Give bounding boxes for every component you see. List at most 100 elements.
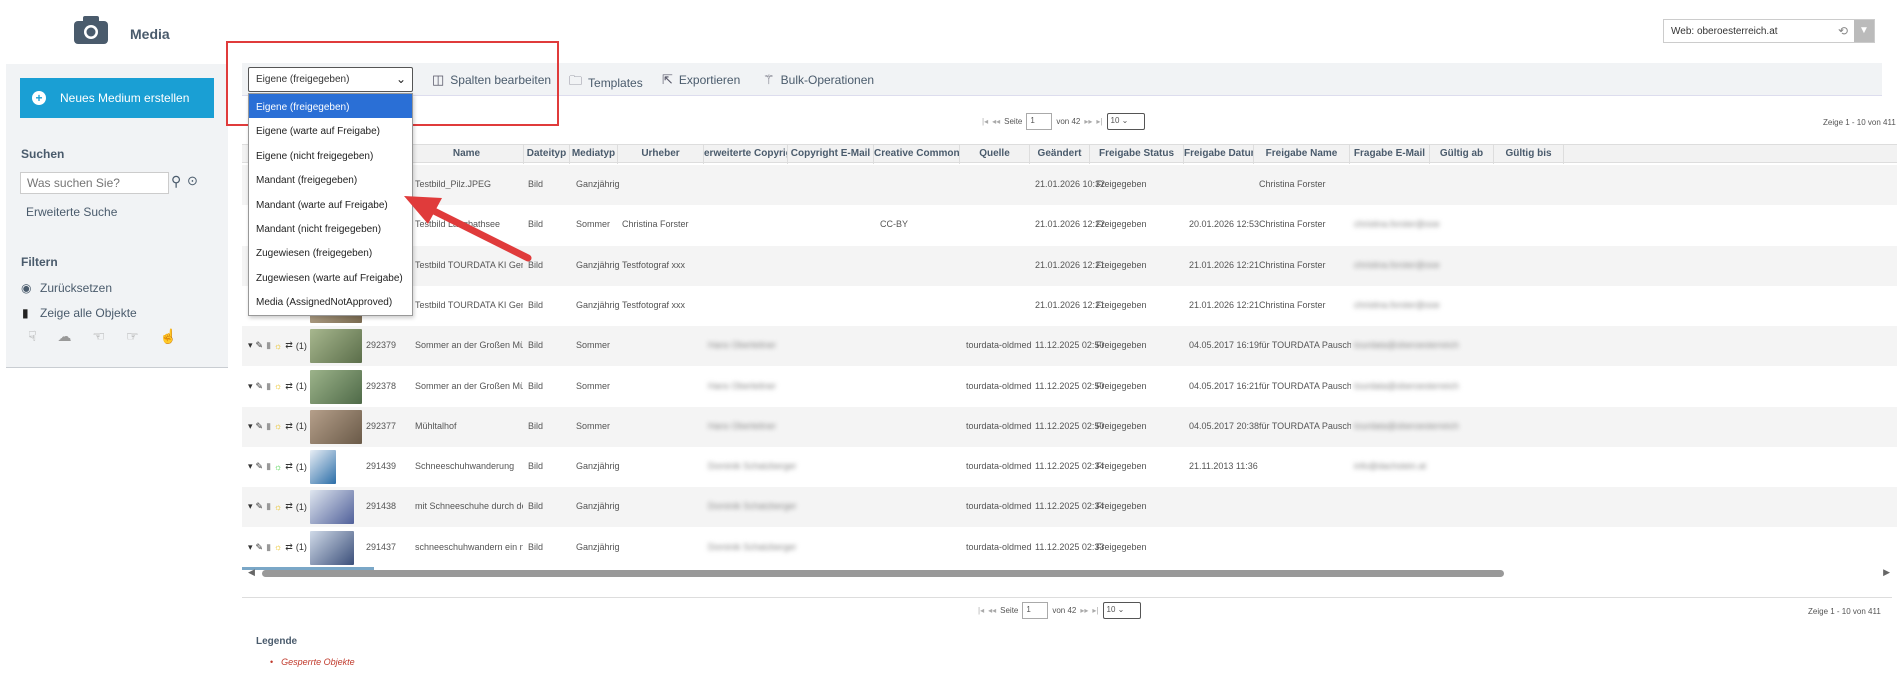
show-all-link[interactable]: Zeige alle Objekte [40,306,137,320]
dropdown-option[interactable]: Media (AssignedNotApproved) [249,289,412,313]
dropdown-option[interactable]: Eigene (freigegeben) [249,94,412,119]
expand-icon[interactable]: ▾ [248,501,253,512]
dropdown-option[interactable]: Mandant (warte auf Freigabe) [249,192,412,216]
thumbnail-image[interactable] [310,369,362,404]
horizontal-scrollbar[interactable]: ◀ ▶ [248,567,1890,578]
bookmark-icon[interactable]: ▮ [266,542,271,553]
advanced-search-link[interactable]: Erweiterte Suche [26,205,117,219]
table-row[interactable]: ▾ ✎ ▮ ☼ ⇄ (1) 292378 Sommer an der Großen Mühl B… [242,367,1897,407]
dropdown-option[interactable]: Eigene (warte auf Freigabe) [249,118,412,142]
thumbnail-image[interactable] [310,409,362,444]
expand-icon[interactable]: ▾ [248,461,253,472]
prev-page-button[interactable]: ◂◂ [992,117,1000,126]
sync-icon[interactable]: ⇄ [285,461,293,472]
column-header[interactable]: Gültig ab [1430,145,1494,164]
dropdown-option[interactable]: Eigene (nicht freigegeben) [249,143,412,167]
edit-icon[interactable]: ✎ [256,461,264,472]
bulb-icon[interactable]: ☼ [274,341,282,351]
refresh-icon[interactable]: ⟲ [1838,24,1848,38]
bulb-icon[interactable]: ☼ [274,381,282,391]
column-header[interactable]: Freigabe Name [1254,145,1350,164]
table-row[interactable]: ▾✎▮☼⇄(1) 291437 schneeschuhwandern ein nat… [242,528,1897,568]
bulk-operations-button[interactable]: ⚚ Bulk-Operationen [763,72,874,88]
prev-page-button[interactable]: ◂◂ [988,606,996,615]
column-header[interactable]: Mediatyp [570,145,618,164]
column-header[interactable]: Urheber [618,145,704,164]
export-button[interactable]: ⇱ Exportieren [662,72,740,88]
edit-icon[interactable]: ✎ [256,340,264,351]
scrollbar-thumb[interactable] [262,570,1504,577]
per-page-select[interactable]: 10 ⌄ [1102,602,1141,619]
column-header[interactable]: Dateityp [524,145,570,164]
bulb-icon[interactable]: ☼ [274,421,282,431]
sync-icon[interactable]: ⇄ [285,542,293,553]
expand-icon[interactable]: ▾ [248,542,253,553]
web-select[interactable]: Web: oberoesterreich.at ⟲ ▼ [1663,19,1875,43]
bookmark-icon[interactable]: ▮ [266,461,271,472]
edit-icon[interactable]: ✎ [256,542,264,553]
search-input[interactable] [20,172,169,194]
table-row[interactable]: ▾ ✎ ▮ ☼ ⇄ (1) 292377 Mühltalhof Bild Sommer Hans O… [242,406,1897,447]
bulb-icon[interactable]: ☼ [274,502,282,512]
page-input[interactable]: 1 [1026,113,1053,130]
expand-icon[interactable]: ▾ [248,340,253,351]
new-medium-button[interactable]: + Neues Medium erstellen [20,78,214,118]
thumbnail-image[interactable] [310,530,354,565]
first-page-button[interactable]: |◂ [978,606,984,615]
hand-left-icon[interactable]: ☜ [93,328,106,345]
bulb-icon[interactable]: ☼ [274,542,282,552]
next-page-button[interactable]: ▸▸ [1080,606,1088,615]
last-page-button[interactable]: ▸| [1092,606,1098,615]
chevron-down-icon[interactable]: ▼ [1854,20,1874,42]
search-icon[interactable]: ⚲ [171,173,181,190]
edit-icon[interactable]: ✎ [256,421,264,432]
hand-right-icon[interactable]: ☞ [126,328,139,345]
expand-icon[interactable]: ▾ [248,421,253,432]
cloud-icon[interactable]: ☁ [58,328,72,345]
table-row[interactable]: ▾✎▮☼⇄(1) 291438 mit Schneeschuhe durch den… [242,487,1897,528]
dropdown-option[interactable]: Zugewiesen (freigegeben) [249,240,412,264]
column-header[interactable]: Copyright E-Mail [788,145,874,164]
per-page-select[interactable]: 10 ⌄ [1106,113,1145,130]
sync-icon[interactable]: ⇄ [285,381,293,392]
bulb-icon[interactable]: ☼ [274,462,282,472]
column-header[interactable]: Fragabe E-Mail [1350,145,1430,164]
column-header[interactable]: Name [410,145,524,164]
expand-icon[interactable]: ▾ [248,381,253,392]
bookmark-icon[interactable]: ▮ [266,381,271,392]
column-header[interactable]: Freigabe Status [1090,145,1184,164]
sync-icon[interactable]: ⇄ [285,340,293,351]
thumbnail-image[interactable] [310,490,354,525]
sync-icon[interactable]: ⇄ [285,501,293,512]
clear-search-icon[interactable]: ⊙ [187,173,198,189]
dropdown-option[interactable]: Zugewiesen (warte auf Freigabe) [249,265,412,289]
thumb-up-icon[interactable]: ☝ [160,328,177,345]
last-page-button[interactable]: ▸| [1096,117,1102,126]
next-page-button[interactable]: ▸▸ [1084,117,1092,126]
dropdown-option[interactable]: Mandant (freigegeben) [249,167,412,191]
bookmark-icon[interactable]: ▮ [266,421,271,432]
column-header[interactable]: Gültig bis [1494,145,1564,164]
thumb-down-icon[interactable]: ☟ [28,328,37,345]
dropdown-option[interactable]: Mandant (nicht freigegeben) [249,216,412,240]
scroll-left-icon[interactable]: ◀ [248,567,255,578]
scroll-right-icon[interactable]: ▶ [1883,567,1890,578]
table-row[interactable]: ▾ ✎ ▮ ☼ ⇄ (1) 291439 Schneeschuhwanderung Bild Ga… [242,447,1897,487]
column-header[interactable]: Quelle [960,145,1030,164]
thumbnail-image[interactable] [310,329,362,364]
column-header[interactable]: Freigabe Datum [1184,145,1254,164]
page-input[interactable]: 1 [1022,602,1049,619]
table-row[interactable]: ▾ ✎ ▮ ☼ ⇄ (1) 292379 Sommer an der Großen Mühl B… [242,326,1897,367]
bookmark-icon[interactable]: ▮ [266,501,271,512]
reset-link[interactable]: Zurücksetzen [40,281,112,295]
thumbnail-image[interactable] [310,450,336,485]
edit-icon[interactable]: ✎ [256,501,264,512]
first-page-button[interactable]: |◂ [982,117,988,126]
sync-icon[interactable]: ⇄ [285,421,293,432]
table-row[interactable]: 355295Testbild TOURDATA KI GeneriertBild… [242,286,1897,326]
bookmark-icon[interactable]: ▮ [266,340,271,351]
column-header[interactable]: erweiterte Copyright-I [704,145,788,164]
column-header[interactable]: Geändert [1030,145,1090,164]
templates-button[interactable]: 🗀 Templates [569,72,643,94]
column-header[interactable]: Creative Commons [874,145,960,164]
